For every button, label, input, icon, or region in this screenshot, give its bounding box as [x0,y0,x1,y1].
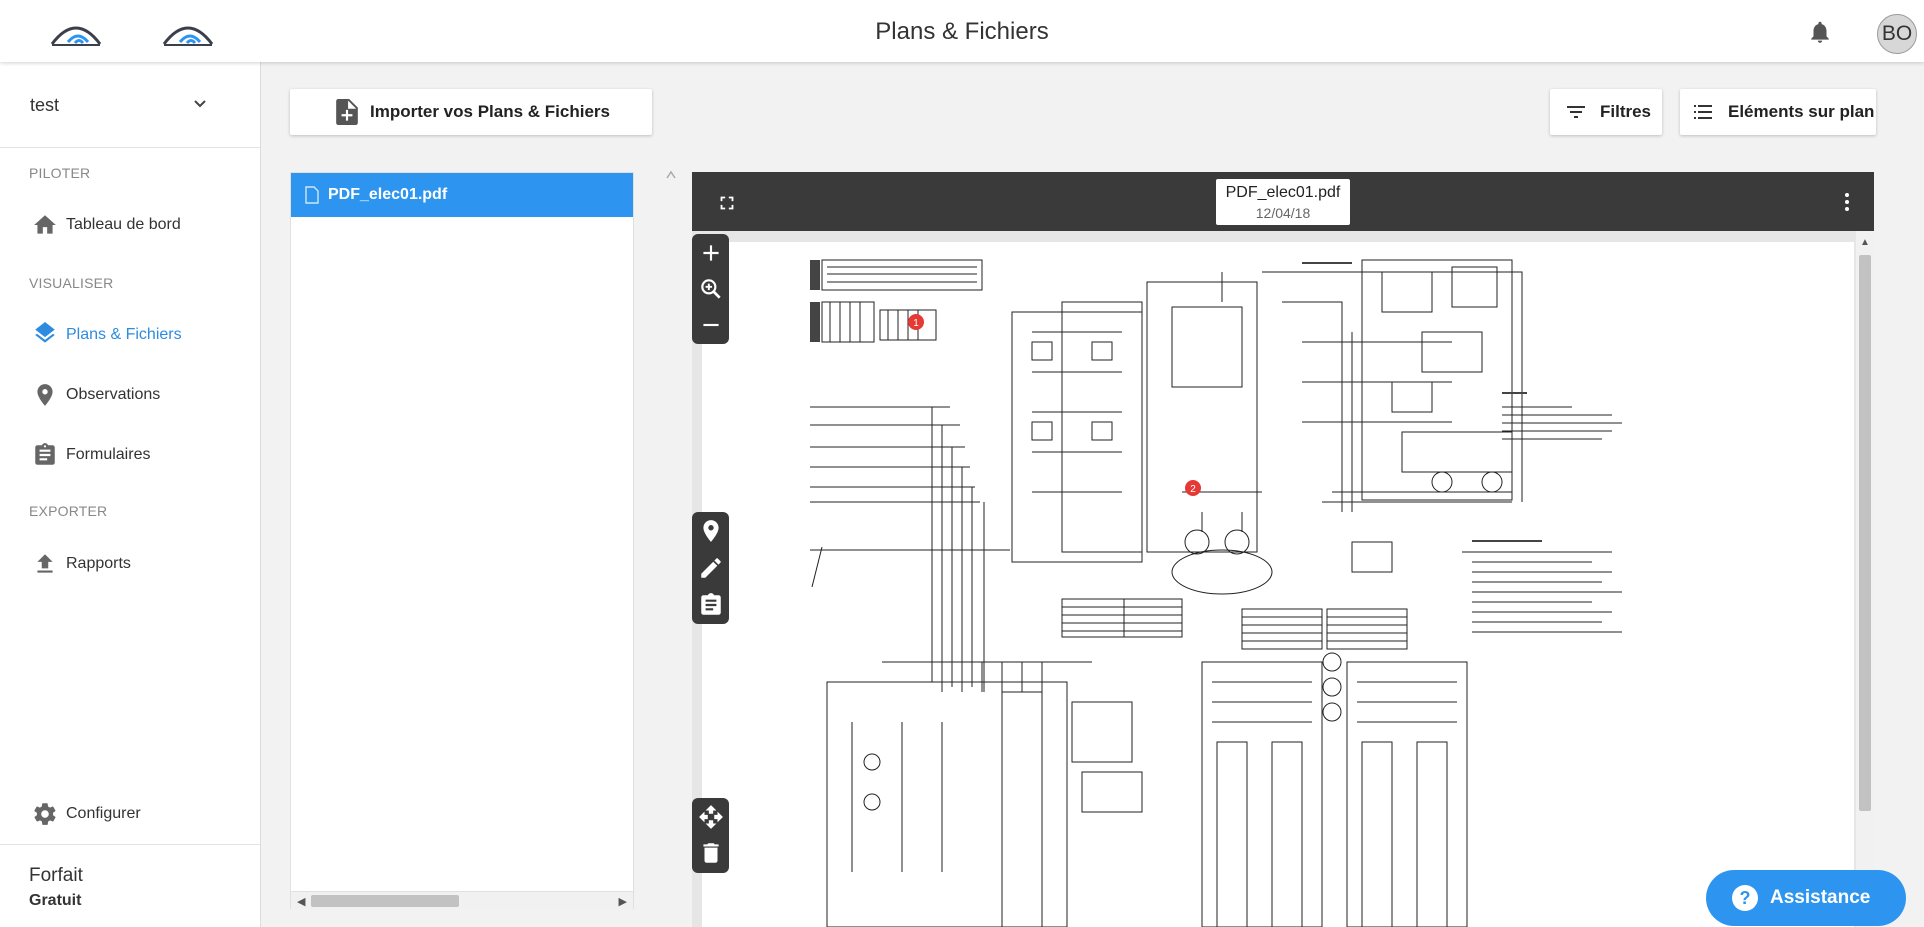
more-vert-icon[interactable] [1835,190,1859,214]
map-pin-icon[interactable] [698,518,724,544]
list-icon [1694,105,1712,119]
filters-button[interactable]: Filtres [1550,89,1662,135]
sidebar-item-observations[interactable]: Observations [0,373,260,417]
plan-viewer: PDF_elec01.pdf 12/04/18 1 2 ▲ [692,172,1874,927]
clipboard-icon [35,443,55,465]
sidebar: test PILOTER Tableau de bord VISUALISER … [0,62,261,927]
layers-icon [35,322,55,343]
fullscreen-icon[interactable] [716,192,738,214]
file-list-item[interactable]: PDF_elec01.pdf [291,173,633,217]
file-add-icon [336,99,358,125]
import-button-label: Importer vos Plans & Fichiers [370,102,610,121]
scroll-up-icon[interactable]: ▲ [1860,237,1870,248]
assistance-button[interactable]: ? Assistance [1706,870,1906,926]
viewer-header: PDF_elec01.pdf 12/04/18 [692,172,1874,231]
elements-button-label: Eléments sur plan [1728,102,1875,121]
marker-2-label: 2 [1190,484,1196,495]
viewer-file-date: 12/04/18 [1255,205,1311,221]
zoom-out-icon[interactable] [698,312,724,338]
sidebar-item-label: Plans & Fichiers [66,326,182,343]
sidebar-item-label: Configurer [66,805,141,822]
file-icon [305,186,319,204]
viewer-file-name: PDF_elec01.pdf [1225,184,1341,201]
marker-1-label: 1 [913,318,919,329]
elements-on-plan-button[interactable]: Eléments sur plan [1680,89,1876,135]
sidebar-item-rapports[interactable]: Rapports [0,542,260,586]
clipboard-icon[interactable] [698,592,724,618]
pencil-icon[interactable] [698,555,724,581]
scroll-right-icon[interactable]: ▶ [619,895,627,908]
move-icon[interactable] [698,804,724,830]
vertical-scrollbar[interactable]: ▲ [1856,231,1874,927]
filters-button-label: Filtres [1600,102,1652,121]
zoom-tools [692,234,729,344]
annotation-tools [692,512,729,624]
sidebar-item-label: Tableau de bord [66,216,181,233]
top-bar: Plans & Fichiers BO [0,0,1924,62]
upload-icon [37,554,53,573]
import-button[interactable]: Importer vos Plans & Fichiers [290,89,652,135]
home-icon [34,215,56,234]
section-label-exporter: EXPORTER [29,503,108,519]
horizontal-scrollbar[interactable]: ◀ ▶ [291,891,633,909]
section-label-piloter: PILOTER [29,165,91,181]
gear-icon [34,803,56,825]
chevron-down-icon[interactable] [188,92,212,116]
file-name: PDF_elec01.pdf [328,186,448,203]
scrollbar-thumb[interactable] [1859,255,1871,811]
panel-splitter[interactable] [664,164,678,924]
electrical-schematic: 1 2 [810,259,1622,927]
sidebar-item-plans-fichiers[interactable]: Plans & Fichiers [0,313,260,357]
bell-icon[interactable] [1807,18,1833,46]
scrollbar-thumb[interactable] [311,895,459,907]
help-icon: ? [1732,885,1758,911]
file-badge: PDF_elec01.pdf 12/04/18 [1216,179,1350,225]
sidebar-item-label: Observations [66,386,161,403]
project-selector[interactable]: test [0,62,260,148]
sidebar-item-label: Formulaires [66,446,151,463]
filter-icon [1567,106,1585,118]
section-label-visualiser: VISUALISER [29,275,114,291]
sidebar-item-formulaires[interactable]: Formulaires [0,433,260,477]
plan-info: Forfait Gratuit [0,844,260,927]
project-name: test [30,95,60,115]
plan-title: Forfait [29,865,83,886]
avatar[interactable]: BO [1877,14,1917,54]
map-pin-icon [37,384,53,406]
sidebar-item-configurer[interactable]: Configurer [0,792,260,836]
zoom-magnifier-icon[interactable] [698,276,724,302]
trash-icon[interactable] [698,840,724,866]
sidebar-item-label: Rapports [66,555,131,572]
page-title: Plans & Fichiers [875,18,1049,45]
assistance-label: Assistance [1770,887,1871,908]
plan-sheet[interactable]: 1 2 [702,242,1854,927]
zoom-in-plus-icon[interactable] [698,240,724,266]
edit-tools [692,798,729,873]
plan-value: Gratuit [29,892,82,909]
file-list: PDF_elec01.pdf ◀ ▶ [290,172,634,909]
sidebar-item-tableau-de-bord[interactable]: Tableau de bord [0,203,260,247]
scroll-left-icon[interactable]: ◀ [297,895,305,908]
